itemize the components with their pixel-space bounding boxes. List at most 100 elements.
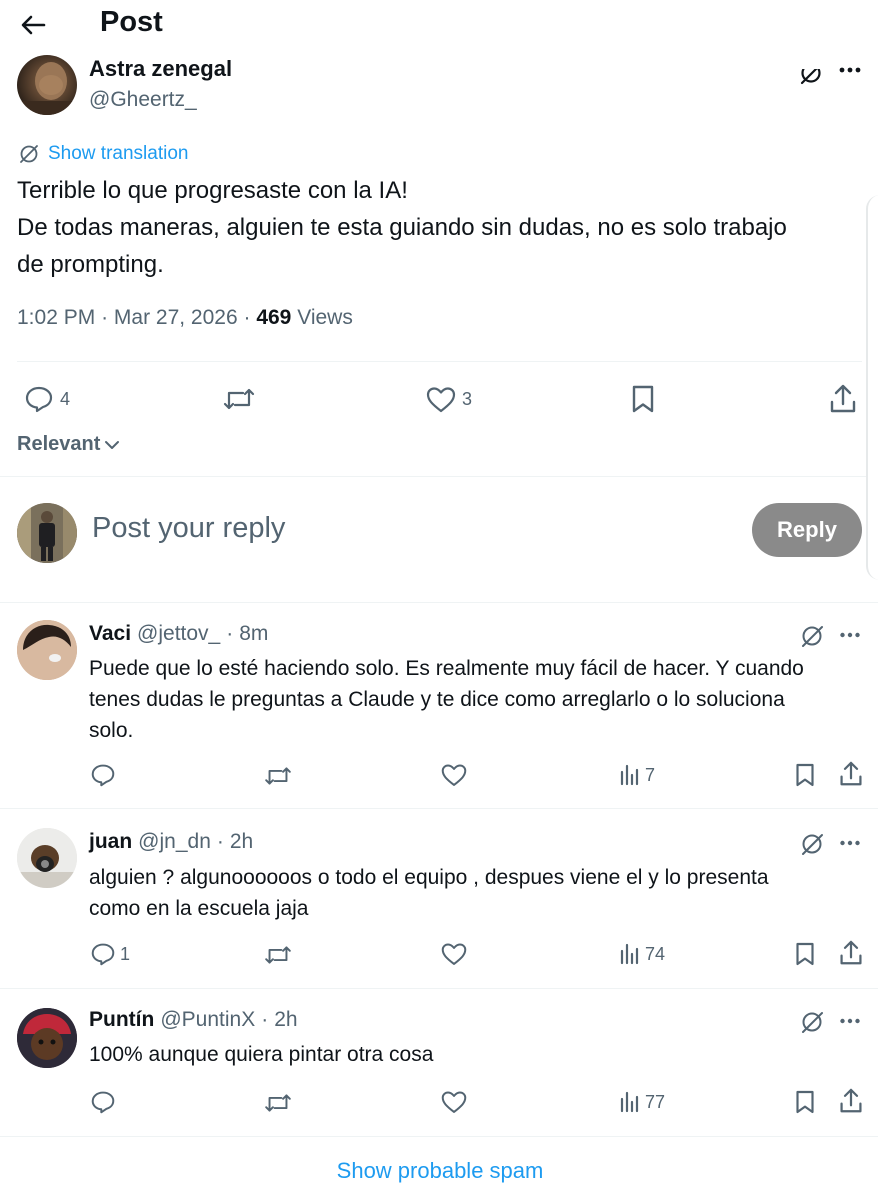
post-text-line: de prompting. <box>17 251 164 278</box>
reply-author-handle[interactable]: @PuntinX <box>160 1008 255 1032</box>
more-options-icon[interactable] <box>838 66 862 74</box>
page-title: Post <box>100 6 163 38</box>
post-time[interactable]: 1:02 PM <box>17 306 95 329</box>
like-action[interactable]: 3 <box>426 386 472 413</box>
grok-icon <box>802 626 823 647</box>
reply-text: alguien ? algunoooooos o todo el equipo … <box>89 862 859 924</box>
bookmark-icon <box>632 385 654 413</box>
views-action[interactable]: 77 <box>619 1091 665 1113</box>
more-options-icon <box>840 632 860 638</box>
reply-author-handle[interactable]: @jettov_ <box>137 622 220 646</box>
divider <box>17 361 862 362</box>
divider <box>0 602 878 603</box>
reply-action[interactable] <box>90 1090 116 1114</box>
reply-text: 100% aunque quiera pintar otra cosa <box>89 1039 859 1070</box>
reply-action[interactable]: 1 <box>90 942 130 966</box>
views-action[interactable]: 74 <box>619 943 665 965</box>
repost-action[interactable] <box>263 765 293 787</box>
share-action[interactable] <box>839 940 863 966</box>
reply-count: 4 <box>60 388 71 409</box>
reply-author-name[interactable]: Puntín <box>89 1008 154 1032</box>
share-action[interactable] <box>839 761 863 787</box>
author-avatar[interactable] <box>17 55 77 115</box>
top-bar: Post <box>0 0 878 52</box>
back-arrow-icon[interactable] <box>18 10 48 40</box>
divider <box>0 808 878 809</box>
grok-icon[interactable] <box>799 831 825 857</box>
views-count: 469 <box>256 306 292 329</box>
grok-icon[interactable] <box>799 623 825 649</box>
grok-icon <box>802 1012 823 1033</box>
repost-action[interactable] <box>263 1092 293 1114</box>
share-action[interactable] <box>839 1088 863 1114</box>
reply-time[interactable]: 2h <box>230 830 253 854</box>
views-count: 74 <box>645 943 666 964</box>
separator: · <box>226 622 234 645</box>
separator: · <box>216 830 224 853</box>
reply-author-name[interactable]: juan <box>89 830 132 854</box>
divider <box>0 476 878 477</box>
reply-icon <box>91 1091 115 1114</box>
reply-input[interactable]: Post your reply <box>92 512 285 545</box>
reply-author-name[interactable]: Vaci <box>89 622 131 646</box>
views-icon <box>620 764 639 786</box>
show-translation-label: Show translation <box>48 143 189 164</box>
reply-time[interactable]: 8m <box>239 622 268 646</box>
views-label: Views <box>297 306 353 329</box>
more-options-icon[interactable] <box>839 631 861 639</box>
grok-icon[interactable] <box>798 60 824 86</box>
divider <box>0 1136 878 1137</box>
bookmark-icon <box>796 1090 814 1114</box>
author-name[interactable]: Astra zenegal <box>89 55 232 83</box>
bookmark-action[interactable] <box>795 941 815 967</box>
reply-action[interactable]: 4 <box>24 385 70 413</box>
sort-replies-dropdown[interactable]: Relevant <box>17 433 120 456</box>
bookmark-action[interactable] <box>795 762 815 788</box>
reply-count: 1 <box>120 943 131 964</box>
reply-author-handle[interactable]: @jn_dn <box>138 830 211 854</box>
repost-action[interactable] <box>222 386 256 412</box>
more-options-icon <box>840 1018 860 1024</box>
reply-text-line: solo. <box>89 719 134 742</box>
more-options-icon[interactable] <box>839 839 861 847</box>
author-handle[interactable]: @Gheertz_ <box>89 88 197 112</box>
reply-header: Vaci @jettov_ · 8m <box>89 622 268 646</box>
like-action[interactable] <box>441 763 467 787</box>
post-text: Terrible lo que progresaste con la IA! D… <box>17 172 862 283</box>
reply-action[interactable] <box>90 763 116 787</box>
grok-icon <box>802 834 823 855</box>
reply-time[interactable]: 2h <box>274 1008 297 1032</box>
repost-icon <box>265 767 291 785</box>
like-action[interactable] <box>441 942 467 966</box>
reply-header: Puntín @PuntinX · 2h <box>89 1008 298 1032</box>
reply-text-line: como en la escuela jaja <box>89 897 309 920</box>
reply-avatar[interactable] <box>17 828 77 888</box>
views-icon <box>620 943 639 965</box>
bookmark-action[interactable] <box>631 384 655 414</box>
reply-avatar[interactable] <box>17 620 77 680</box>
reply-text-line: 100% aunque quiera pintar otra cosa <box>89 1043 434 1066</box>
show-translation-link[interactable]: Show translation <box>18 143 188 165</box>
more-options-icon[interactable] <box>839 1017 861 1025</box>
sort-label: Relevant <box>17 433 101 455</box>
grok-icon[interactable] <box>799 1009 825 1035</box>
reply-icon <box>91 764 115 787</box>
repost-icon <box>265 1094 291 1112</box>
like-icon <box>441 943 467 965</box>
like-action[interactable] <box>441 1090 467 1114</box>
reply-text: Puede que lo esté haciendo solo. Es real… <box>89 653 859 746</box>
views-action[interactable]: 7 <box>619 764 655 786</box>
reply-button[interactable]: Reply <box>752 503 862 557</box>
share-action[interactable] <box>829 384 857 414</box>
bookmark-icon <box>796 942 814 966</box>
reply-avatar[interactable] <box>17 1008 77 1068</box>
views-icon <box>620 1091 639 1113</box>
show-probable-spam-link[interactable]: Show probable spam <box>0 1158 878 1184</box>
bookmark-icon <box>796 763 814 787</box>
current-user-avatar[interactable] <box>17 503 77 563</box>
post-date[interactable]: Mar 27, 2026 <box>114 306 238 329</box>
post-text-line: Terrible lo que progresaste con la IA! <box>17 177 408 204</box>
repost-action[interactable] <box>263 944 293 966</box>
share-icon <box>830 384 856 413</box>
bookmark-action[interactable] <box>795 1089 815 1115</box>
